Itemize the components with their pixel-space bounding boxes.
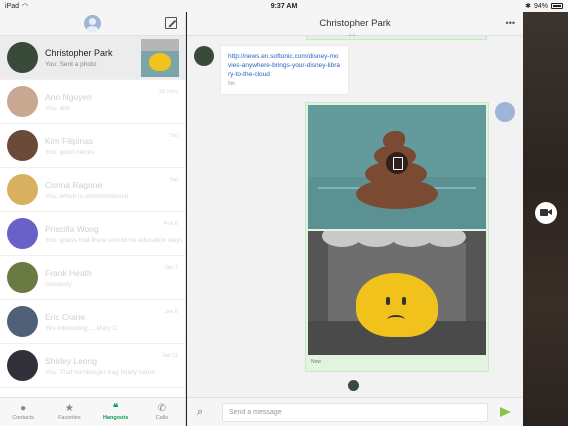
message-composer: ⌕ [187, 397, 523, 426]
chat-pane: Christopher Park ••• http://news.en.soft… [187, 12, 523, 426]
conversation-time: 18 mins [158, 89, 178, 95]
nav-calls-label: Calls [155, 415, 168, 421]
conversation-list-header [0, 12, 185, 36]
person-icon: ● [20, 403, 27, 414]
read-receipt-avatar [348, 380, 359, 391]
avatar [7, 262, 38, 293]
status-bar: iPad ◠ 9:37 AM ✱ 94% [0, 0, 568, 12]
avatar [7, 130, 38, 161]
conversation-snippet: You: ahh [45, 104, 71, 112]
conversation-time: Sat [169, 177, 178, 183]
conversation-time: Jan 7 [164, 265, 178, 271]
bluetooth-icon: ✱ [525, 3, 531, 10]
nav-favorites-label: Favorites [58, 415, 81, 421]
avatar [7, 306, 38, 337]
message-link[interactable]: http://news.en.softonic.com/disney-movie… [228, 52, 341, 79]
play-icon[interactable] [386, 152, 408, 174]
conversation-item[interactable]: Christopher Park You: Sent a photo [0, 36, 185, 80]
avatar [7, 42, 38, 73]
nav-contacts-label: Contacts [12, 415, 34, 421]
conversation-snippet: Yes interesting.... Mary C [45, 324, 118, 332]
my-message-avatar [495, 102, 515, 122]
nav-calls[interactable]: ✆ Calls [139, 398, 185, 426]
more-options-icon[interactable]: ••• [506, 18, 515, 28]
conversation-time: Thu [168, 133, 178, 139]
avatar [7, 218, 38, 249]
photo-message-bubble: Now [305, 102, 489, 372]
link-message-bubble: http://news.en.softonic.com/disney-movie… [221, 46, 348, 94]
photo-thumbnail [141, 38, 179, 77]
conversation-time: Jan 8 [164, 309, 178, 315]
conversation-item[interactable]: Priscilla Wong You: guess that there shou… [0, 212, 185, 256]
avatar [7, 350, 38, 381]
chat-header: Christopher Park ••• [187, 12, 523, 38]
conversation-snippet: You: guess that there should be educatio… [45, 236, 183, 244]
conversation-item[interactable]: Corina Ragone You: which is unconventiona… [0, 168, 185, 212]
conversation-snippet: Seriously [45, 280, 72, 288]
phone-icon: ✆ [157, 403, 167, 414]
sender-avatar[interactable] [194, 46, 214, 66]
conversation-name: Christopher Park [45, 47, 113, 58]
conversation-item[interactable]: Kim Filipinas You: good nieces Thu [0, 124, 185, 168]
hangouts-icon: ❝ [112, 403, 119, 414]
video-call-button[interactable] [535, 202, 557, 224]
conversation-item[interactable]: Shirley Leong You: That hamburger-bag fin… [0, 344, 185, 388]
conversation-name: Corina Ragone [45, 179, 103, 190]
message-time: 5m [228, 81, 235, 87]
conversation-item[interactable]: Ann Nguyen You: ahh 18 mins [0, 80, 185, 124]
conversation-time: Jan 11 [161, 353, 178, 359]
nav-favorites[interactable]: ★ Favorites [46, 398, 92, 426]
nav-contacts[interactable]: ● Contacts [0, 398, 46, 426]
animated-photo-preview[interactable] [308, 105, 486, 229]
compose-icon[interactable] [165, 17, 177, 29]
battery-icon [551, 3, 563, 9]
photo-time: Now [311, 359, 322, 365]
bottom-nav: ● Contacts ★ Favorites ❝ Hangouts ✆ Call… [0, 397, 185, 426]
send-icon[interactable] [500, 407, 511, 417]
conversation-list: Christopher Park You: Sent a photo Ann Ngu… [0, 36, 185, 388]
battery-percent: 94% [533, 2, 548, 10]
nav-hangouts[interactable]: ❝ Hangouts [93, 398, 139, 426]
carrier-label: iPad [5, 2, 20, 10]
conversation-item[interactable]: Eric Crane Yes interesting.... Mary C Jan … [0, 300, 185, 344]
star-icon: ★ [64, 403, 74, 414]
conversation-time: Feb 8 [163, 221, 178, 227]
wifi-icon: ◠ [22, 3, 29, 10]
attach-icon[interactable]: ⌕ [197, 406, 207, 418]
photo-preview[interactable] [308, 231, 486, 355]
conversation-snippet: You: Sent a photo [45, 60, 97, 68]
conversation-snippet: You: That hamburger-bag finally came [45, 368, 155, 376]
conversation-name: Kim Filipinas [45, 135, 94, 146]
chat-title[interactable]: Christopher Park [319, 18, 390, 29]
my-avatar[interactable] [84, 15, 101, 32]
conversation-snippet: You: good nieces [45, 148, 95, 156]
avatar [7, 174, 38, 205]
status-time: 9:37 AM [270, 2, 298, 10]
message-input[interactable] [222, 403, 488, 422]
nav-hangouts-label: Hangouts [102, 415, 129, 421]
conversation-snippet: You: which is unconventional [45, 192, 129, 200]
avatar [7, 86, 38, 117]
conversation-item[interactable]: Frank Heath Seriously Jan 7 [0, 256, 185, 300]
previous-message-bubble [306, 36, 487, 40]
conversation-list-pane: Christopher Park You: Sent a photo Ann Ngu… [0, 12, 186, 426]
